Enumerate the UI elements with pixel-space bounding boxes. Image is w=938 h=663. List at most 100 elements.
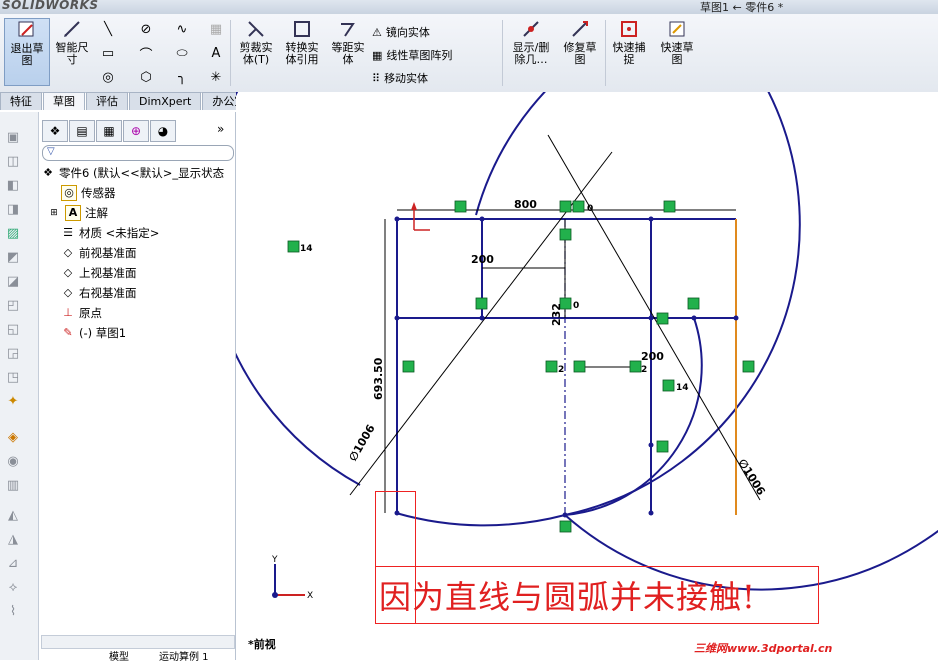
configuration-tab-icon[interactable]: ▦ (96, 120, 122, 142)
dia-left-text[interactable]: ∅1006 (346, 422, 377, 463)
linear-pattern-button[interactable]: ▦ 线性草图阵列 (372, 47, 452, 63)
spring-icon[interactable]: ⌇ (4, 604, 22, 620)
relation-marker[interactable] (402, 360, 415, 373)
dim-232-text[interactable]: 232 (550, 303, 563, 326)
relation-marker[interactable] (454, 200, 467, 213)
surface-icon[interactable]: ◭ (4, 508, 22, 524)
extrude-icon[interactable]: ▣ (4, 130, 22, 146)
dimxpert-tab-icon[interactable]: ⊕ (123, 120, 149, 142)
relation-marker[interactable] (475, 297, 488, 310)
relation-marker[interactable] (573, 360, 586, 373)
tree-item-right-plane[interactable]: ◇ 右视基准面 (61, 284, 137, 302)
reference-icon[interactable]: ⊿ (4, 556, 22, 572)
relation-marker[interactable] (287, 240, 300, 253)
sheet-metal-icon[interactable]: ◈ (4, 430, 22, 446)
weldment-icon[interactable]: ▥ (4, 478, 22, 494)
fillet-tool-icon[interactable]: ╮ (172, 68, 192, 86)
expand-chevron-icon[interactable]: » (217, 122, 224, 136)
left-circle-lower-arc[interactable] (395, 512, 566, 527)
quick-snaps-button[interactable]: 快速捕 捉 (608, 18, 650, 84)
tree-root-part[interactable]: ❖ 零件6 (默认<<默认>_显示状态 (41, 164, 224, 182)
sweep-icon[interactable]: ◧ (4, 178, 22, 194)
slot-tool-icon[interactable]: ◎ (98, 68, 118, 86)
relation-marker[interactable] (559, 200, 572, 213)
convert-entities-button[interactable]: 转换实 体引用 (280, 18, 324, 84)
material-icon: ☰ (63, 226, 73, 239)
tree-item-sketch1[interactable]: ✎ (-) 草图1 (61, 324, 126, 342)
property-manager-tab-icon[interactable]: ▤ (69, 120, 95, 142)
polygon-tool-icon[interactable]: ⬡ (136, 68, 156, 86)
tree-filter-input[interactable]: ▽ (42, 145, 234, 161)
revolve-icon[interactable]: ◫ (4, 154, 22, 170)
rapid-sketch-button[interactable]: 快速草 图 (655, 18, 699, 84)
dim-200-mid-text[interactable]: 200 (641, 350, 664, 363)
spline-tool-icon[interactable]: ∿ (172, 20, 192, 38)
relation-marker[interactable] (662, 379, 675, 392)
ellipse-tool-icon[interactable]: ⬭ (172, 44, 192, 62)
curve-icon[interactable]: ◮ (4, 532, 22, 548)
move-entities-button[interactable]: ⠿ 移动实体 (372, 70, 428, 86)
chamfer-icon[interactable]: ◰ (4, 298, 22, 314)
relation-marker[interactable] (656, 312, 669, 325)
horizontal-scrollbar[interactable] (41, 635, 235, 649)
dim-800-text[interactable]: 800 (514, 198, 537, 211)
relation-marker[interactable] (559, 520, 572, 533)
relation-marker[interactable] (559, 228, 572, 241)
right-circle[interactable] (475, 92, 938, 591)
relation-marker[interactable] (663, 200, 676, 213)
point-tool-icon[interactable]: ✳ (206, 68, 226, 86)
feature-tree-tab-icon[interactable]: ❖ (42, 120, 68, 142)
trim-button[interactable]: 剪裁实 体(T) (235, 18, 277, 84)
mirror-label: 镜向实体 (385, 26, 430, 39)
relation-marker[interactable] (629, 360, 642, 373)
tab-dimxpert[interactable]: DimXpert (129, 92, 202, 110)
relation-marker[interactable] (572, 200, 585, 213)
arc-tool-icon[interactable]: ⌒ (136, 44, 156, 63)
boundary-icon[interactable]: ▨ (4, 226, 22, 242)
rectangle-tool-icon[interactable]: ▭ (98, 44, 118, 62)
dia-right-text[interactable]: ∅1006 (735, 457, 767, 498)
fillet-icon[interactable]: ◪ (4, 274, 22, 290)
mold-icon[interactable]: ◉ (4, 454, 22, 470)
shell-icon[interactable]: ◱ (4, 322, 22, 338)
tree-item-front-plane[interactable]: ◇ 前视基准面 (61, 244, 137, 262)
tab-evaluate[interactable]: 评估 (86, 92, 128, 110)
mirror-entities-button[interactable]: ⚠ 镜向实体 (372, 24, 430, 40)
tree-item-sensors[interactable]: ◎ 传感器 (61, 184, 116, 202)
relation-marker[interactable] (545, 360, 558, 373)
dim-200-top-text[interactable]: 200 (471, 253, 494, 266)
expand-plus-icon[interactable]: ⊞ (47, 206, 61, 220)
tree-item-top-plane[interactable]: ◇ 上视基准面 (61, 264, 137, 282)
cut-icon[interactable]: ◩ (4, 250, 22, 266)
grid-tool-icon[interactable]: ▦ (206, 20, 226, 38)
text-tool-icon[interactable]: A (206, 44, 226, 62)
circle-tool-icon[interactable]: ⊘ (136, 20, 156, 38)
tree-item-annotations[interactable]: ⊞ A 注解 (47, 204, 108, 222)
offset-entities-label: 等距实 体 (331, 41, 365, 66)
exit-sketch-button[interactable]: 退出草 图 (4, 18, 50, 86)
repair-sketch-button[interactable]: 修复草 图 (558, 18, 602, 84)
display-delete-relations-button[interactable]: 显示/删 除几… (508, 18, 554, 84)
loft-icon[interactable]: ◨ (4, 202, 22, 218)
draft-icon[interactable]: ◳ (4, 370, 22, 386)
tab-model[interactable]: 模型 (109, 648, 129, 663)
separator (230, 20, 231, 86)
inner-arc[interactable] (564, 317, 703, 516)
relation-marker[interactable] (656, 440, 669, 453)
dim-693-text[interactable]: 693.50 (372, 357, 385, 400)
left-circle[interactable] (236, 92, 801, 516)
tree-item-origin[interactable]: ⊥ 原点 (61, 304, 102, 322)
tab-sketch[interactable]: 草图 (43, 92, 85, 110)
wizard-icon[interactable]: ✦ (4, 394, 22, 410)
tree-item-material[interactable]: ☰ 材质 <未指定> (61, 224, 159, 242)
rib-icon[interactable]: ◲ (4, 346, 22, 362)
offset-entities-button[interactable]: 等距实 体 (327, 18, 369, 84)
tab-motion-study[interactable]: 运动算例 1 (159, 648, 209, 663)
line-tool-icon[interactable]: ╲ (98, 20, 118, 38)
relation-marker[interactable] (687, 297, 700, 310)
display-manager-tab-icon[interactable]: ◕ (150, 120, 176, 142)
tab-features[interactable]: 特征 (0, 92, 42, 110)
instant3d-icon[interactable]: ⟡ (4, 580, 22, 596)
relation-marker[interactable] (742, 360, 755, 373)
smart-dimension-button[interactable]: 智能尺 寸 (51, 18, 93, 84)
